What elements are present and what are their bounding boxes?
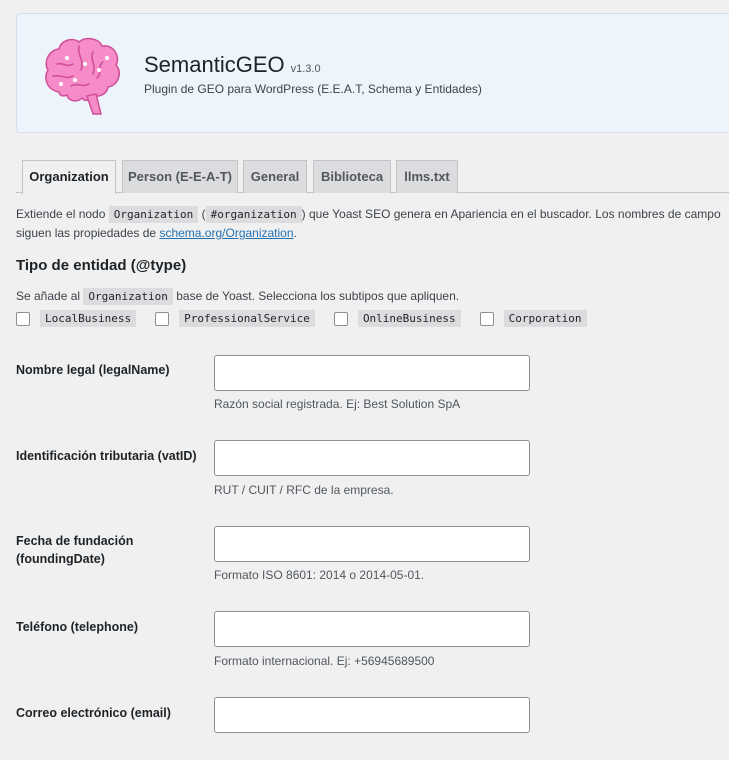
- help-telephone: Formato internacional. Ej: +56945689500: [214, 654, 435, 668]
- option-label: ProfessionalService: [179, 310, 315, 327]
- help-vat-id: RUT / CUIT / RFC de la empresa.: [214, 483, 394, 497]
- label-legal-name: Nombre legal (legalName): [16, 363, 170, 377]
- tab-organization[interactable]: Organization: [22, 160, 116, 194]
- option-professionalservice[interactable]: ProfessionalService: [155, 310, 315, 327]
- tab-general[interactable]: General: [243, 160, 307, 193]
- schema-org-link[interactable]: schema.org/Organization: [159, 226, 293, 240]
- entity-type-checkboxes: LocalBusiness ProfessionalService Online…: [16, 310, 606, 327]
- section-description: Se añade al Organization base de Yoast. …: [16, 288, 460, 305]
- option-label: OnlineBusiness: [357, 310, 461, 327]
- help-legal-name: Razón social registrada. Ej: Best Soluti…: [214, 397, 461, 411]
- checkbox-professionalservice[interactable]: [155, 311, 170, 326]
- plugin-subtitle: Plugin de GEO para WordPress (E.E.A.T, S…: [144, 82, 482, 96]
- section-title-entity-type: Tipo de entidad (@type): [16, 257, 187, 274]
- option-label: LocalBusiness: [40, 310, 137, 327]
- option-label: Corporation: [503, 310, 587, 327]
- checkbox-corporation[interactable]: [479, 311, 494, 326]
- label-vat-id: Identificación tributaria (vatID): [16, 449, 197, 463]
- intro-text-part: Extiende el nodo: [16, 207, 106, 221]
- plugin-title: SemanticGEO: [144, 52, 285, 77]
- label-telephone: Teléfono (telephone): [16, 620, 138, 634]
- vat-id-input[interactable]: [214, 440, 530, 476]
- plugin-version: v1.3.0: [290, 63, 321, 75]
- desc-text: Se añade al: [16, 289, 81, 303]
- code-organization-base: Organization: [83, 288, 173, 305]
- plugin-header: SemanticGEO v1.3.0 Plugin de GEO para Wo…: [16, 13, 729, 133]
- code-organization: Organization: [108, 206, 199, 223]
- tab-person[interactable]: Person (E-E-A-T): [122, 160, 238, 193]
- intro-text-part: .: [293, 226, 297, 240]
- tab-biblioteca[interactable]: Biblioteca: [313, 160, 391, 193]
- option-localbusiness[interactable]: LocalBusiness: [16, 310, 137, 327]
- option-onlinebusiness[interactable]: OnlineBusiness: [333, 310, 461, 327]
- tab-bar: Organization Person (E-E-A-T) General Bi…: [16, 160, 729, 194]
- founding-date-input[interactable]: [214, 526, 530, 562]
- code-organization-id: #organization: [205, 206, 302, 223]
- tab-llms-txt[interactable]: llms.txt: [396, 160, 458, 193]
- label-email: Correo electrónico (email): [16, 706, 171, 720]
- help-founding-date: Formato ISO 8601: 2014 o 2014-05-01.: [214, 568, 425, 582]
- checkbox-localbusiness[interactable]: [16, 311, 30, 326]
- label-founding-date: Fecha de fundación (foundingDate): [16, 532, 133, 568]
- label-line: Fecha de fundación: [16, 534, 134, 548]
- desc-text: base de Yoast. Selecciona los subtipos q…: [176, 289, 460, 303]
- checkbox-onlinebusiness[interactable]: [333, 311, 348, 326]
- legal-name-input[interactable]: [214, 355, 530, 391]
- intro-text-part: (: [201, 207, 206, 221]
- email-input[interactable]: [214, 697, 530, 733]
- brain-icon: [45, 37, 120, 115]
- intro-text: Extiende el nodo Organization (#organiza…: [16, 205, 721, 243]
- label-line: (foundingDate): [16, 552, 105, 566]
- telephone-input[interactable]: [214, 611, 530, 647]
- option-corporation[interactable]: Corporation: [479, 310, 587, 327]
